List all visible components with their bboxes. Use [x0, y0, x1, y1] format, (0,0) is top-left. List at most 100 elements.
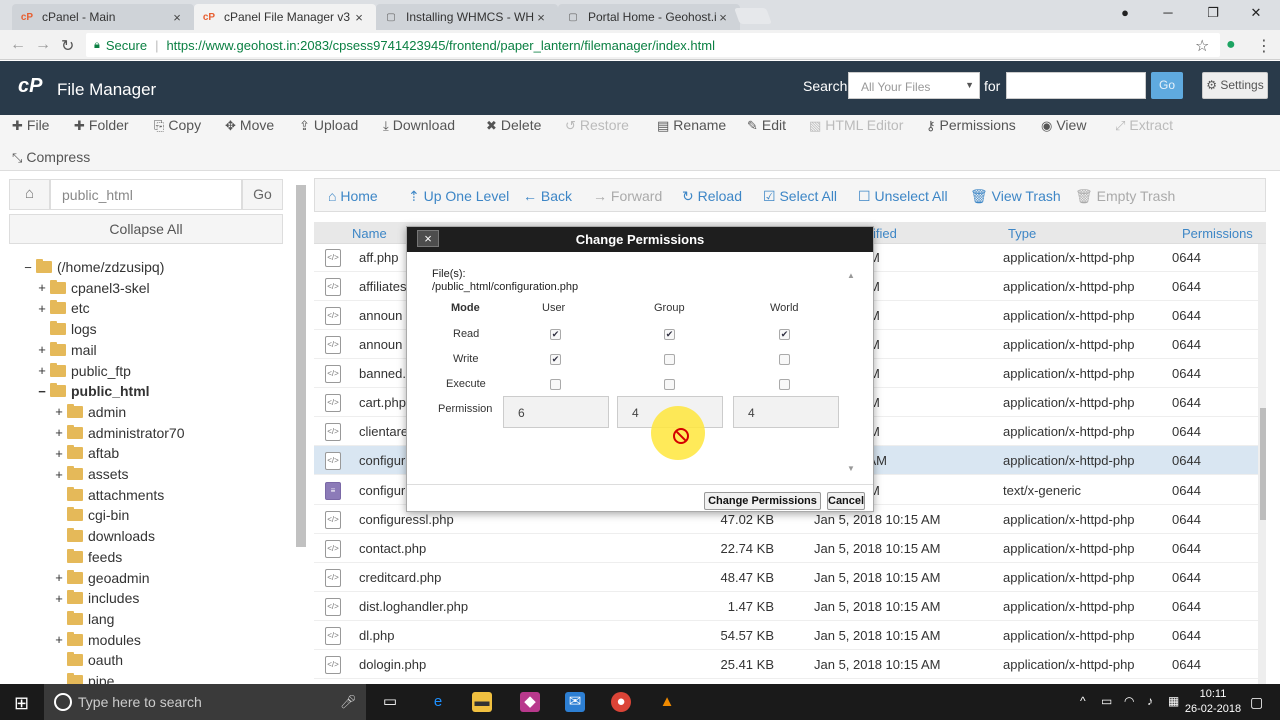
bookmark-star-icon[interactable]: ☆ [1195, 36, 1209, 56]
tree-item[interactable]: + etc [36, 298, 90, 318]
execute-user-checkbox[interactable] [550, 379, 561, 390]
scroll-up-icon[interactable]: ▲ [847, 271, 855, 280]
collapse-all-button[interactable]: Collapse All [9, 214, 283, 244]
browser-tab-file-manager[interactable]: cP cPanel File Manager v3 × [194, 4, 376, 30]
column-header-modified[interactable]: ified [873, 226, 897, 241]
write-user-checkbox[interactable] [550, 354, 561, 365]
settings-button[interactable]: ⚙ Settings [1202, 72, 1268, 99]
dialog-scrollbar[interactable]: ▲ ▼ [847, 235, 859, 473]
window-close-icon[interactable]: ✕ [1240, 4, 1272, 24]
rename-button[interactable]: ▤ Rename [657, 117, 726, 134]
tree-item[interactable]: attachments [53, 485, 164, 505]
column-header-type[interactable]: Type [1008, 226, 1036, 241]
menu-dots-icon[interactable]: ⋮ [1256, 36, 1272, 56]
maximize-icon[interactable]: ❐ [1197, 4, 1229, 24]
tree-item[interactable]: + geoadmin [53, 568, 150, 588]
write-world-checkbox[interactable] [779, 354, 790, 365]
permissions-button[interactable]: ⚷ Permissions [926, 117, 1016, 134]
tree-item[interactable]: lang [53, 609, 114, 629]
column-header-permissions[interactable]: Permissions [1182, 226, 1253, 241]
new-tab-button[interactable] [734, 8, 772, 24]
tree-item[interactable]: − public_html [36, 381, 150, 401]
expand-icon[interactable]: + [53, 570, 65, 585]
tray-chevron-icon[interactable]: ^ [1080, 694, 1086, 708]
forward-button[interactable]: → Forward [593, 188, 662, 204]
tree-item[interactable]: logs [36, 319, 97, 339]
edge-browser-icon[interactable]: e [428, 692, 448, 712]
taskbar-search-box[interactable]: Type here to search 🎤︎ [44, 684, 366, 720]
reload-icon[interactable]: ↻ [61, 36, 74, 56]
cancel-button[interactable]: Cancel [827, 492, 865, 510]
restore-button[interactable]: ↺ Restore [565, 117, 629, 134]
tab-close-icon[interactable]: × [352, 10, 366, 25]
expand-icon[interactable]: + [53, 404, 65, 419]
up-one-level-button[interactable]: ⇡ Up One Level [408, 188, 509, 205]
windows-start-icon[interactable]: ⊞ [14, 693, 29, 714]
view-button[interactable]: ◉ View [1041, 117, 1086, 134]
wifi-icon[interactable]: ◠ [1124, 694, 1134, 708]
tree-item[interactable]: + assets [53, 464, 128, 484]
permission-world-value[interactable]: 4 [733, 396, 839, 428]
table-row[interactable]: </> dist.loghandler.php 1.47 KB Jan 5, 2018… [314, 592, 1258, 621]
forward-arrow-icon[interactable]: → [35, 36, 51, 54]
search-scope-select[interactable]: All Your Files ▼ [848, 72, 980, 99]
expand-icon[interactable]: + [36, 363, 48, 378]
tree-item[interactable]: oauth [53, 650, 123, 670]
expand-icon[interactable]: + [53, 446, 65, 461]
new-folder-button[interactable]: ✚ Folder [74, 117, 129, 134]
tab-close-icon[interactable]: × [534, 10, 548, 25]
tree-item[interactable]: + administrator70 [53, 423, 185, 443]
file-explorer-icon[interactable]: ▬ [472, 692, 492, 712]
url-field[interactable]: 🔒︎ Secure | https://www.geohost.in:2083/… [86, 33, 1220, 57]
tree-item[interactable]: downloads [53, 526, 155, 546]
compress-button[interactable]: ⤡ Compress [12, 149, 90, 166]
search-input[interactable] [1006, 72, 1146, 99]
collapse-icon[interactable]: − [22, 260, 34, 275]
extension-icon[interactable]: ● [1226, 36, 1236, 54]
empty-trash-button[interactable]: 🗑︎ Empty Trash [1075, 188, 1175, 205]
column-header-name[interactable]: Name [352, 226, 387, 241]
tree-item[interactable]: + public_ftp [36, 361, 131, 381]
tree-item[interactable]: + cpanel3-skel [36, 278, 150, 298]
expand-icon[interactable]: + [36, 301, 48, 316]
back-arrow-icon[interactable]: ← [10, 36, 26, 54]
html-editor-button[interactable]: ▧ HTML Editor [809, 117, 903, 134]
system-clock[interactable]: 10:11 26-02-2018 [1184, 687, 1242, 717]
table-row[interactable]: </> dl.php 54.57 KB Jan 5, 2018 10:15 AM app… [314, 621, 1258, 650]
upload-button[interactable]: ⇪ Upload [299, 117, 358, 134]
tree-item[interactable]: cgi-bin [53, 505, 129, 525]
expand-icon[interactable]: + [36, 280, 48, 295]
profile-icon[interactable]: ● [1109, 4, 1141, 24]
task-view-icon[interactable]: ▭ [380, 692, 400, 712]
delete-button[interactable]: ✖ Delete [486, 117, 541, 134]
tree-item[interactable]: + aftab [53, 443, 119, 463]
table-row[interactable]: </> contact.php 22.74 KB Jan 5, 2018 10:15 … [314, 534, 1258, 563]
read-user-checkbox[interactable] [550, 329, 561, 340]
browser-tab-installing-whmcs[interactable]: ▢ Installing WHMCS - WH × [376, 4, 558, 30]
tree-scrollbar[interactable] [296, 185, 306, 547]
tree-item[interactable]: + modules [53, 630, 141, 650]
keyboard-icon[interactable]: ▦ [1168, 694, 1179, 708]
new-file-button[interactable]: ✚ File [12, 117, 49, 134]
tab-close-icon[interactable]: × [716, 10, 730, 25]
read-group-checkbox[interactable] [664, 329, 675, 340]
path-go-button[interactable]: Go [242, 179, 283, 210]
expand-icon[interactable]: + [53, 591, 65, 606]
extract-button[interactable]: ⤢ Extract [1115, 117, 1173, 134]
vlc-icon[interactable]: ▲ [657, 692, 677, 712]
path-input[interactable]: public_html [50, 179, 242, 210]
write-group-checkbox[interactable] [664, 354, 675, 365]
battery-icon[interactable]: ▭ [1101, 694, 1112, 708]
home-button[interactable]: ⌂ Home [328, 188, 378, 204]
chrome-icon[interactable]: ● [611, 692, 631, 712]
table-row[interactable]: </> creditcard.php 48.47 KB Jan 5, 2018 10:… [314, 563, 1258, 592]
tree-item[interactable]: + admin [53, 402, 126, 422]
scrollbar-thumb[interactable] [1260, 408, 1266, 520]
tree-item[interactable]: feeds [53, 547, 122, 567]
store-app-icon[interactable]: ◆ [520, 692, 540, 712]
collapse-icon[interactable]: − [36, 384, 48, 399]
browser-tab-portal-home[interactable]: ▢ Portal Home - Geohost.in × [558, 4, 740, 30]
expand-icon[interactable]: + [36, 342, 48, 357]
download-button[interactable]: ⤓ Download [383, 117, 455, 134]
tree-item[interactable]: + includes [53, 588, 139, 608]
